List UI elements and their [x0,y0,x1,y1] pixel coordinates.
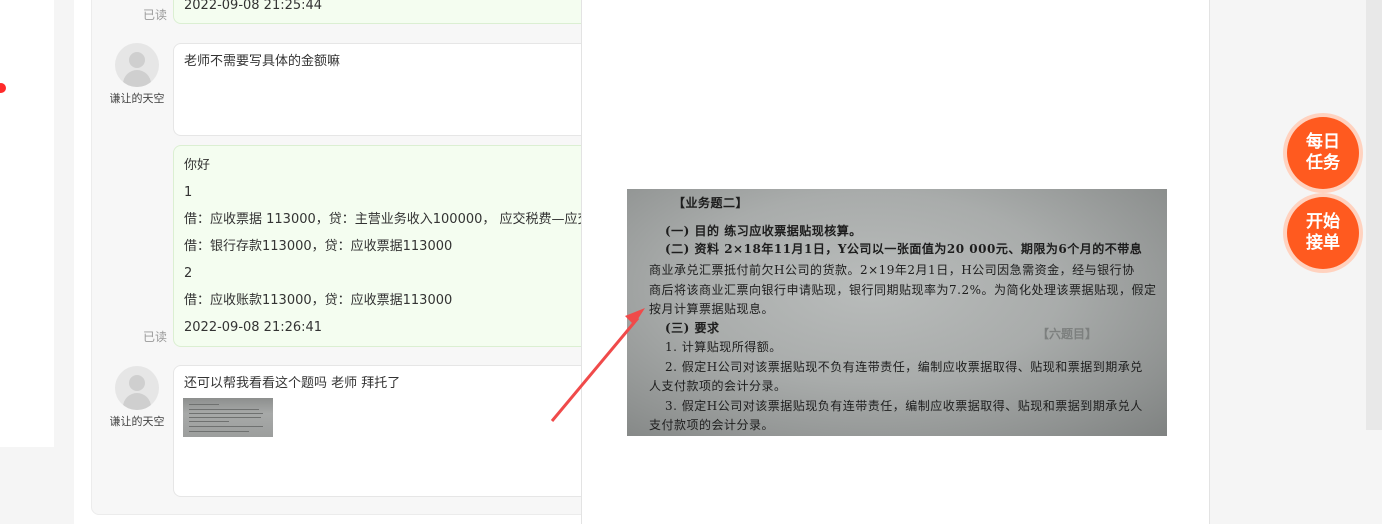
message-line: 借：应收账款113000，贷：应收票据113000 [184,293,453,308]
scrollbar[interactable] [1366,0,1382,430]
message-text: 老师不需要写具体的金额嘛 [184,54,341,69]
message-timestamp: 2022-09-08 21:26:41 [184,320,323,335]
message-line: 1 [184,185,193,200]
photo-line: 1. 计算贴现所得额。 [665,340,782,354]
take-order-button[interactable]: 开始接单 [1287,197,1359,269]
read-status: 已读 [143,330,168,344]
take-order-label: 开始接单 [1306,212,1340,253]
enlarged-image[interactable]: 【业务题二】 (一) 目的 练习应收票据贴现核算。 (二) 资料 2×18年11… [627,189,1167,436]
photo-line: 【业务题二】 [673,196,749,210]
read-status: 已读 [143,8,168,22]
sender-name: 谦让的天空 [109,92,165,105]
message-line: 借：应收票据 113000，贷：主营业务收入100000， 应交税费—应交 [184,212,591,227]
photo-line: (三) 要求 [665,321,720,335]
photo-faded-text: 【六题目】 [1036,327,1097,341]
avatar[interactable] [115,43,159,87]
sender-name: 谦让的天空 [109,415,165,428]
message-text: 还可以帮我看看这个题吗 老师 拜托了 [184,376,401,391]
photo-line: 支付款项的会计分录。 [649,418,775,432]
left-panel [0,0,54,447]
avatar[interactable] [115,366,159,410]
message-bubble-other[interactable]: 老师不需要写具体的金额嘛 [173,43,593,136]
image-thumbnail[interactable] [183,398,273,437]
photo-line: (二) 资料 2×18年11月1日，Y公司以一张面值为20 000元、期限为6个… [665,242,1143,256]
message-line: 你好 [184,158,211,173]
photo-line: 按月计算票据贴现息。 [649,302,775,316]
photo-line: 3. 假定H公司对该票据贴现负有连带责任，编制应收票据取得、贴现和票据到期承兑人 [665,399,1143,413]
message-bubble-self[interactable]: 2022-09-08 21:25:44 [173,0,593,24]
daily-task-button[interactable]: 每日任务 [1287,117,1359,189]
message-bubble-self[interactable]: 你好 1 借：应收票据 113000，贷：主营业务收入100000， 应交税费—… [173,145,593,347]
photo-line: 商后将该商业汇票向银行申请贴现，银行同期贴现率为7.2%。为简化处理该票据贴现，… [649,283,1157,297]
photo-line: (一) 目的 练习应收票据贴现核算。 [665,224,862,238]
photo-line: 商业承兑汇票抵付前欠H公司的货款。2×19年2月1日，H公司因急需资金，经与银行… [649,263,1135,277]
photo-line: 2. 假定H公司对该票据贴现不负有连带责任，编制应收票据取得、贴现和票据到期承兑 [665,360,1143,374]
message-line: 借：银行存款113000，贷：应收票据113000 [184,239,453,254]
message-line: 2 [184,266,193,281]
message-timestamp: 2022-09-08 21:25:44 [184,0,323,13]
daily-task-label: 每日任务 [1306,132,1340,173]
photo-line: 人支付款项的会计分录。 [649,379,787,393]
